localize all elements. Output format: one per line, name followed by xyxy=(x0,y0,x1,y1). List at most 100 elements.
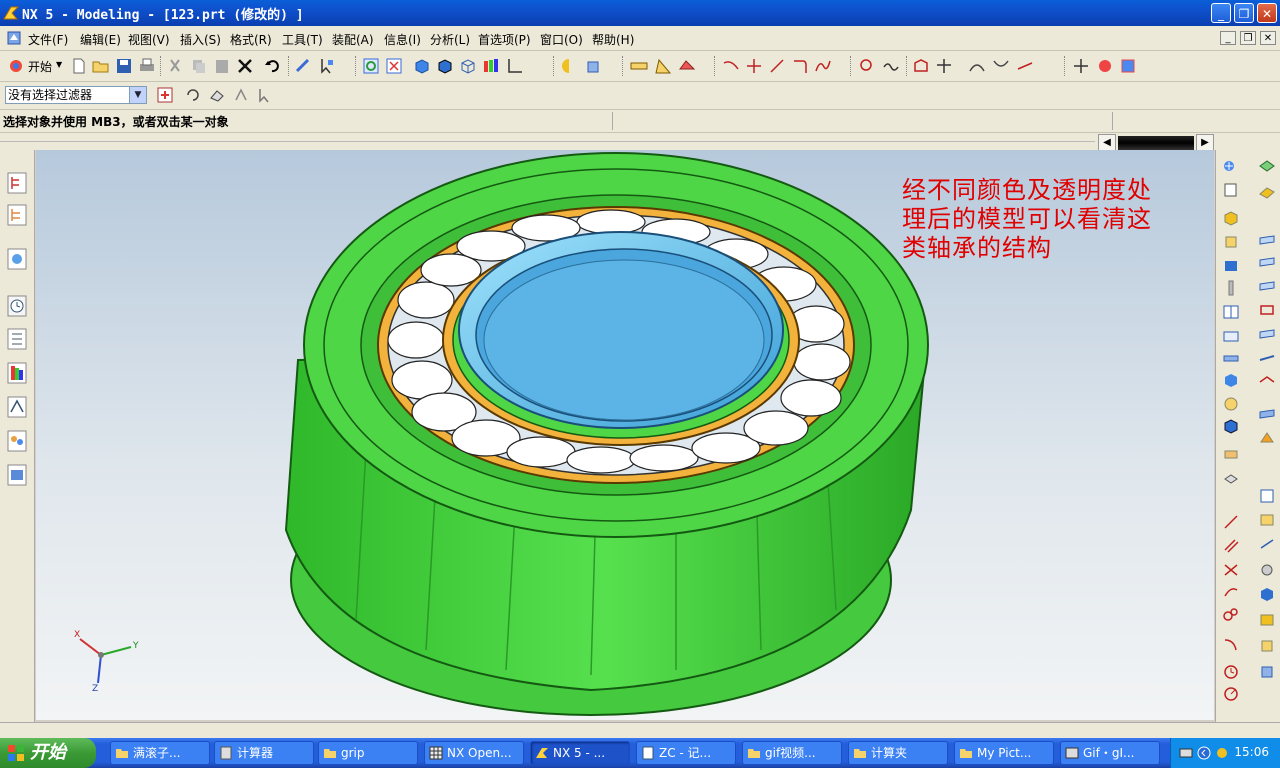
arc-icon[interactable] xyxy=(791,57,809,75)
cut-icon[interactable] xyxy=(166,57,184,75)
menu-tools[interactable]: 工具(T) xyxy=(282,31,323,48)
clock-icon[interactable] xyxy=(1222,664,1240,680)
eraser-icon[interactable] xyxy=(208,86,226,104)
sew-icon[interactable] xyxy=(1258,430,1276,446)
break-view-icon[interactable] xyxy=(1258,664,1276,680)
taskbar-item[interactable]: My Pict... xyxy=(954,741,1054,765)
quilt-icon[interactable] xyxy=(1258,374,1276,390)
part-navigator-icon[interactable] xyxy=(7,204,27,226)
surface-icon[interactable] xyxy=(1258,158,1276,174)
taskbar-item[interactable]: 满滚子... xyxy=(110,741,210,765)
sketch-icon[interactable] xyxy=(560,57,578,75)
tray-expand-icon[interactable] xyxy=(1197,746,1211,760)
doc-close-button[interactable]: ✕ xyxy=(1260,31,1276,45)
sphere-icon[interactable] xyxy=(1222,280,1240,296)
transform-icon[interactable] xyxy=(1072,57,1090,75)
arc-tool-icon[interactable] xyxy=(1222,584,1240,600)
repeat-command-icon[interactable] xyxy=(294,57,312,75)
fit-view-icon[interactable] xyxy=(385,57,403,75)
menu-window[interactable]: 窗口(O) xyxy=(540,31,583,48)
reset-filter-icon[interactable] xyxy=(184,86,202,104)
measure-distance-icon[interactable] xyxy=(630,57,648,75)
color-icon[interactable] xyxy=(1096,57,1114,75)
taskbar-item[interactable]: gif视频... xyxy=(742,741,842,765)
line-tool-icon[interactable] xyxy=(1222,514,1240,530)
menu-view[interactable]: 视图(V) xyxy=(128,31,170,48)
print-icon[interactable] xyxy=(138,57,156,75)
blend-icon[interactable] xyxy=(968,57,986,75)
close-button[interactable]: ✕ xyxy=(1257,3,1277,23)
fillet-tool-icon[interactable] xyxy=(1222,636,1240,652)
network-icon[interactable] xyxy=(1215,746,1229,760)
section-surface-icon[interactable] xyxy=(1258,278,1276,294)
shaded-view-icon[interactable] xyxy=(413,57,431,75)
note-icon[interactable] xyxy=(1258,512,1276,528)
snap-icon[interactable] xyxy=(858,57,876,75)
view-section-icon[interactable] xyxy=(1258,562,1276,578)
selection-filter-select[interactable]: 没有选择过滤器 ▼ xyxy=(5,86,147,104)
face-analysis-icon[interactable] xyxy=(482,57,500,75)
menu-assembly[interactable]: 装配(A) xyxy=(332,31,374,48)
through-curves-icon[interactable] xyxy=(1258,232,1276,248)
trim-icon[interactable] xyxy=(935,57,953,75)
snap-view-icon[interactable] xyxy=(1222,158,1240,174)
slot-icon[interactable] xyxy=(1222,350,1240,366)
bounded-plane-icon[interactable] xyxy=(1258,302,1276,318)
taskbar-item-active[interactable]: NX 5 - ... xyxy=(530,741,630,765)
analysis-icon[interactable] xyxy=(678,57,696,75)
block-icon[interactable] xyxy=(1222,210,1240,226)
curve-icon[interactable] xyxy=(722,57,740,75)
menu-preferences[interactable]: 首选项(P) xyxy=(478,31,531,48)
trim-body-icon[interactable] xyxy=(1222,446,1240,462)
taskbar-item[interactable]: Gif・gI... xyxy=(1060,741,1160,765)
spline-icon[interactable] xyxy=(814,57,832,75)
shaded-edges-icon[interactable] xyxy=(436,57,454,75)
assembly-navigator-icon[interactable] xyxy=(7,172,27,194)
book-icon[interactable] xyxy=(1222,304,1240,320)
offset-icon[interactable] xyxy=(1016,57,1034,75)
reuse-library-icon[interactable] xyxy=(7,328,27,350)
boss-icon[interactable] xyxy=(1222,418,1240,434)
extrude-icon[interactable] xyxy=(585,57,603,75)
start-menu-button[interactable]: 开始 ▼ xyxy=(6,56,64,76)
hole-icon[interactable] xyxy=(1222,396,1240,412)
paste-icon[interactable] xyxy=(213,57,231,75)
drawing-icon[interactable] xyxy=(1258,488,1276,504)
measure-angle-icon[interactable] xyxy=(654,57,672,75)
undo-icon[interactable] xyxy=(264,57,282,75)
menu-analysis[interactable]: 分析(L) xyxy=(430,31,470,48)
keyboard-icon[interactable] xyxy=(1179,746,1193,760)
maximize-button[interactable]: ❐ xyxy=(1234,3,1254,23)
doc-restore-button[interactable]: ❐ xyxy=(1240,31,1256,45)
refresh-icon[interactable] xyxy=(362,57,380,75)
graphics-viewport[interactable]: 经不同颜色及透明度处 理后的模型可以看清这 类轴承的结构 X Y Z xyxy=(36,150,1214,720)
chamfer-icon[interactable] xyxy=(992,57,1010,75)
thicken-icon[interactable] xyxy=(1258,406,1276,422)
point-icon[interactable] xyxy=(745,57,763,75)
chevron-down-icon[interactable]: ▼ xyxy=(129,87,146,103)
layer-icon[interactable] xyxy=(1119,57,1137,75)
menu-edit[interactable]: 编辑(E) xyxy=(80,31,121,48)
new-file-icon[interactable] xyxy=(70,57,88,75)
history-icon[interactable] xyxy=(7,295,27,317)
ruled-surface-icon[interactable] xyxy=(1258,184,1276,200)
wireframe-icon[interactable] xyxy=(459,57,477,75)
scroll-thumb[interactable] xyxy=(1118,136,1194,150)
menu-info[interactable]: 信息(I) xyxy=(384,31,421,48)
menu-format[interactable]: 格式(R) xyxy=(230,31,272,48)
roles-icon[interactable] xyxy=(7,430,27,452)
ellipse-tool-icon[interactable] xyxy=(1222,686,1240,702)
taskbar-item[interactable]: ZC - 记... xyxy=(636,741,736,765)
taskbar-item[interactable]: 计算夹 xyxy=(848,741,948,765)
open-folder-icon[interactable] xyxy=(92,57,110,75)
dimension-icon[interactable] xyxy=(1258,536,1276,552)
base-view-icon[interactable] xyxy=(1258,586,1276,602)
taskbar-item[interactable]: 计算器 xyxy=(214,741,314,765)
detail-view-icon[interactable] xyxy=(1258,638,1276,654)
selection-scope-icon[interactable] xyxy=(156,86,174,104)
wcs-icon[interactable] xyxy=(506,57,524,75)
taskbar-item[interactable]: NX Open... xyxy=(424,741,524,765)
menu-help[interactable]: 帮助(H) xyxy=(592,31,634,48)
line-icon[interactable] xyxy=(768,57,786,75)
circle-tool-icon[interactable] xyxy=(1222,606,1240,622)
